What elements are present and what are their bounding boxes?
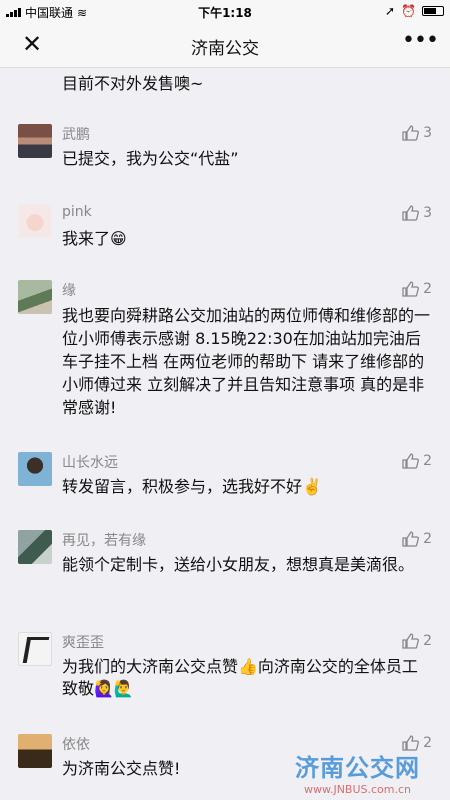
like-count: 2 <box>423 633 432 649</box>
comment-author[interactable]: 依依 <box>62 734 90 754</box>
comment-text: 能领个定制卡，送给小女朋友，想想真是美滴很。 <box>62 555 415 574</box>
partial-comment-text: 目前不对外发售噢~ <box>62 74 204 93</box>
like-button[interactable]: 3 <box>401 124 432 142</box>
comment-author[interactable]: 爽歪歪 <box>62 632 104 652</box>
like-button[interactable]: 3 <box>401 204 432 222</box>
comment-author[interactable]: 山长水远 <box>62 452 118 472</box>
location-icon: ➚ <box>384 4 396 18</box>
thumb-up-icon <box>402 281 420 297</box>
status-bar: 中国联通 ≋ 下午1:18 ➚ ⏰ <box>0 0 450 22</box>
avatar[interactable] <box>18 452 52 486</box>
like-count: 2 <box>423 735 432 751</box>
like-count: 2 <box>423 531 432 547</box>
thumb-up-icon <box>402 453 420 469</box>
like-count: 2 <box>423 453 432 469</box>
status-time: 下午1:18 <box>198 6 252 20</box>
battery-icon <box>422 6 444 16</box>
alarm-icon: ⏰ <box>401 4 416 18</box>
like-button[interactable]: 2 <box>401 632 432 650</box>
avatar[interactable] <box>18 124 52 158</box>
site-watermark: 济南公交网 www.JNBUS.com.cn <box>295 748 420 796</box>
thumb-up-icon <box>402 125 420 141</box>
avatar[interactable] <box>18 632 52 666</box>
more-icon[interactable]: ••• <box>402 30 439 58</box>
comment-author[interactable]: 缘 <box>62 280 76 300</box>
avatar[interactable] <box>18 734 52 768</box>
comment-text: 转发留言，积极参与，选我好不好✌️ <box>62 477 322 496</box>
like-count: 3 <box>423 125 432 141</box>
comment-author[interactable]: 武鹏 <box>62 124 90 144</box>
thumb-up-icon <box>402 205 420 221</box>
thumb-up-icon <box>402 531 420 547</box>
comment-text: 我也要向舜耕路公交加油站的两位师傅和维修部的一位小师傅表示感谢 8.15晚22:… <box>62 306 431 417</box>
comment-list[interactable]: 目前不对外发售噢~ 武鹏 3 已提交，我为公交“代盐” pink 3 我来了😁 … <box>0 68 450 800</box>
comment-text: 我来了😁 <box>62 229 127 248</box>
avatar[interactable] <box>18 530 52 564</box>
like-button[interactable]: 2 <box>401 530 432 548</box>
comment-text: 为我们的大济南公交点赞👍向济南公交的全体员工致敬🙋‍♀️🙋‍♂️ <box>62 657 418 698</box>
avatar[interactable] <box>18 204 52 238</box>
comment-author[interactable]: 再见，若有缘 <box>62 530 146 550</box>
page-title: 济南公交 <box>191 39 259 59</box>
like-count: 3 <box>423 205 432 221</box>
thumb-up-icon <box>402 633 420 649</box>
avatar[interactable] <box>18 280 52 314</box>
watermark-title: 济南公交网 <box>295 754 420 782</box>
status-right: ➚ ⏰ <box>385 4 444 18</box>
watermark-url: www.JNBUS.com.cn <box>303 783 412 796</box>
nav-bar: ✕ 济南公交 ••• <box>0 22 450 68</box>
like-count: 2 <box>423 281 432 297</box>
comment-text: 已提交，我为公交“代盐” <box>62 149 239 168</box>
like-button[interactable]: 2 <box>401 452 432 470</box>
comment-author[interactable]: pink <box>62 204 92 220</box>
like-button[interactable]: 2 <box>401 280 432 298</box>
